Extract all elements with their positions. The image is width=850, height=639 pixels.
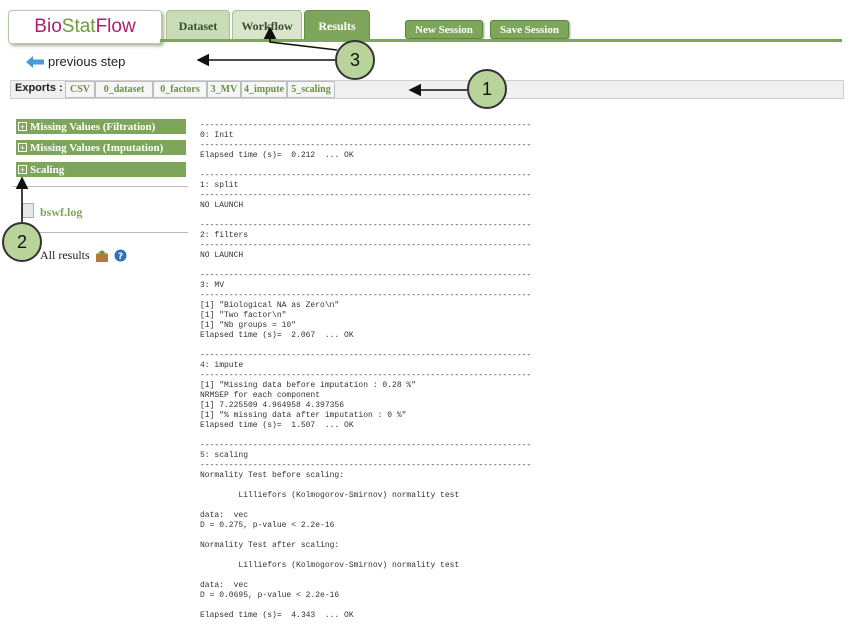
annotation-3: 3 — [335, 40, 375, 80]
annotation-2: 2 — [2, 222, 42, 262]
annotation-1: 1 — [467, 69, 507, 109]
annotation-arrows — [15, 26, 467, 222]
